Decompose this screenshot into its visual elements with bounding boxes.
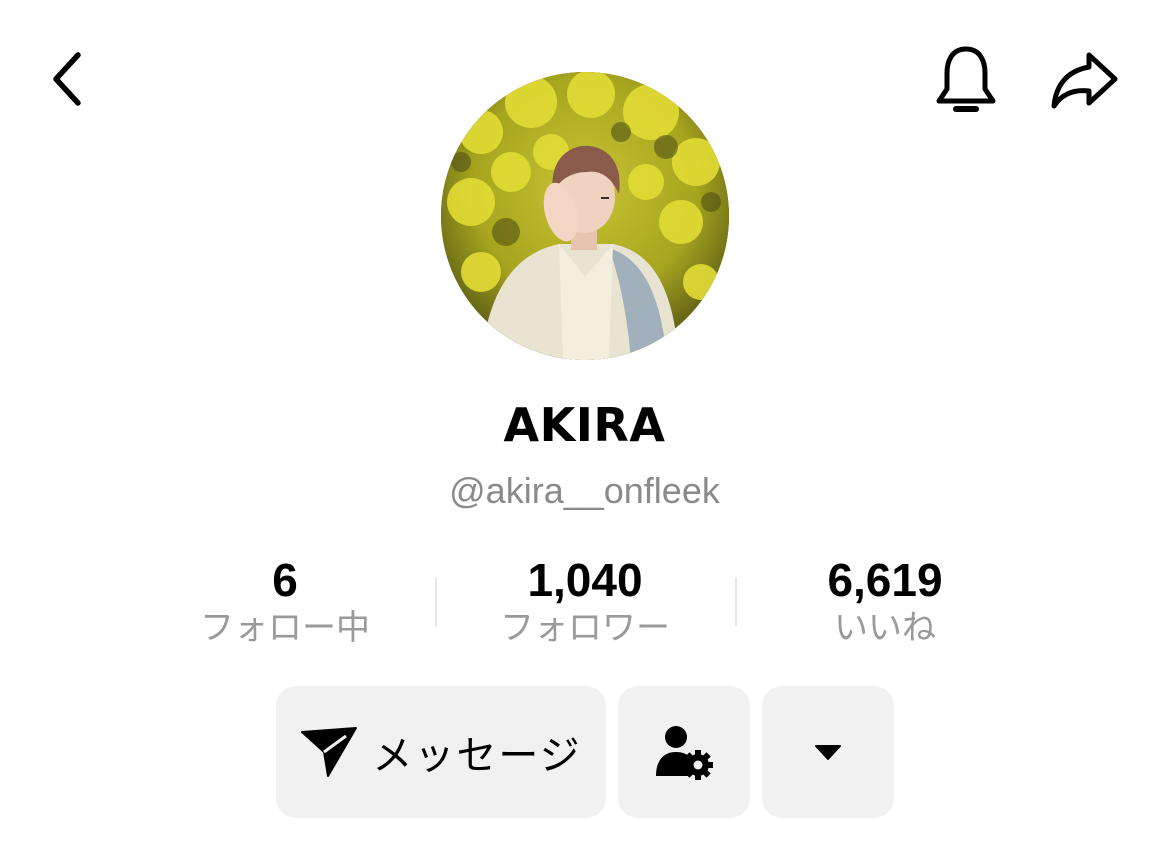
send-icon xyxy=(301,727,358,777)
caret-down-icon xyxy=(815,745,841,760)
stat-label: フォロワー xyxy=(500,608,670,648)
stat-value: 6,619 xyxy=(827,554,943,606)
profile-avatar[interactable] xyxy=(441,72,729,360)
username: @akira__onfleek xyxy=(449,470,720,511)
stat-value: 6 xyxy=(272,554,298,606)
stat-divider xyxy=(735,577,737,627)
stat-followers[interactable]: 1,040 フォロワー xyxy=(455,552,715,650)
stat-divider xyxy=(435,577,437,627)
display-name: AKIRA xyxy=(503,398,666,452)
chevron-left-icon xyxy=(53,52,81,106)
stat-value: 1,040 xyxy=(527,554,643,606)
stat-label: いいね xyxy=(834,608,936,648)
user-gear-icon xyxy=(656,726,713,780)
message-button[interactable]: メッセージ xyxy=(276,686,606,818)
stat-label: フォロー中 xyxy=(200,608,370,648)
notification-button[interactable] xyxy=(926,40,1006,120)
stat-following[interactable]: 6 フォロー中 xyxy=(155,552,415,650)
bell-icon xyxy=(936,46,996,112)
back-button[interactable] xyxy=(36,44,100,114)
share-arrow-icon xyxy=(1051,52,1118,109)
share-button[interactable] xyxy=(1040,40,1130,120)
follow-settings-button[interactable] xyxy=(618,686,750,818)
profile-screen: AKIRA @akira__onfleek 6 フォロー中 1,040 フォロワ… xyxy=(0,0,1169,861)
avatar-photo xyxy=(441,72,729,360)
message-button-label: メッセージ xyxy=(372,733,582,779)
more-button[interactable] xyxy=(762,686,894,818)
stat-likes[interactable]: 6,619 いいね xyxy=(755,552,1015,650)
